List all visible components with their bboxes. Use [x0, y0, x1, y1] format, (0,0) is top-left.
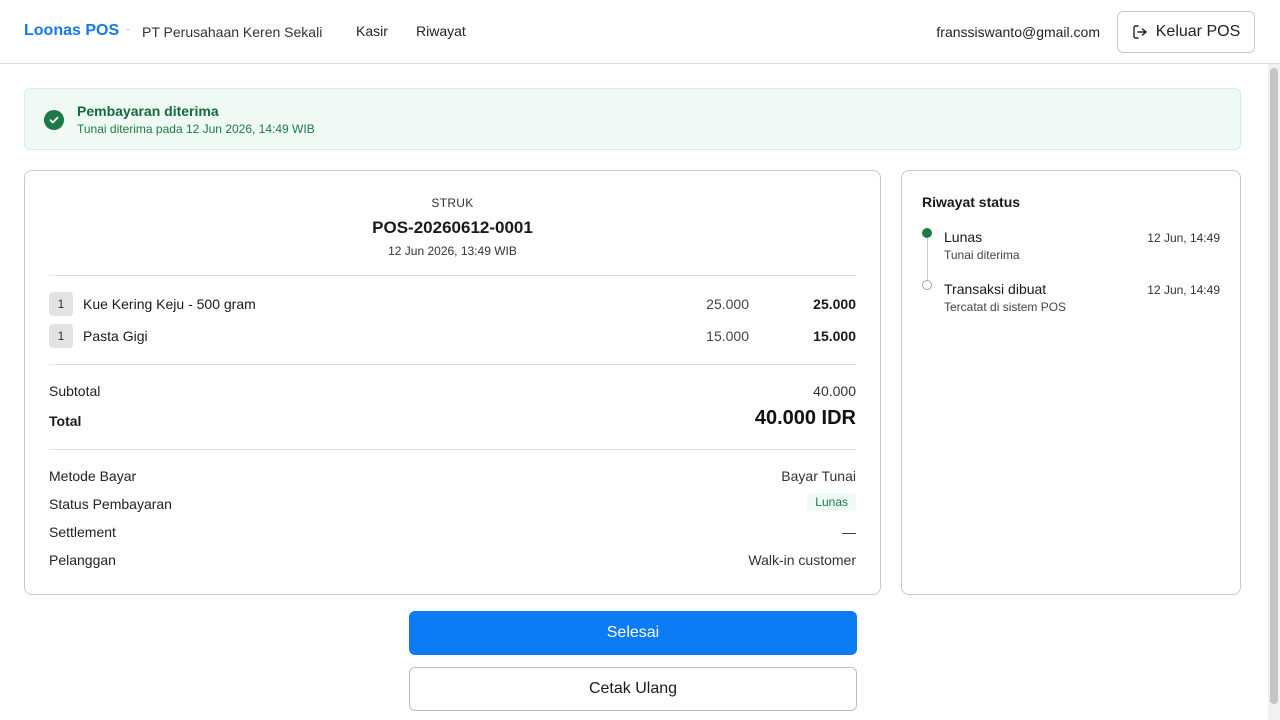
settlement-value: — — [842, 524, 856, 540]
status-history-title: Riwayat status — [922, 194, 1021, 210]
check-circle-icon — [44, 110, 64, 130]
company-name: PT Perusahaan Keren Sekali — [142, 24, 323, 40]
receipt-item-row: 1 Kue Kering Keju - 500 gram 25.000 25.0… — [49, 292, 856, 316]
brand-logo[interactable]: Loonas POS — [24, 22, 119, 40]
banner-subtitle: Tunai diterima pada 12 Jun 2026, 14:49 W… — [77, 122, 315, 136]
customer-value: Walk-in customer — [748, 552, 856, 568]
timeline-connector — [927, 237, 928, 281]
timeline-event-name: Transaksi dibuat — [944, 281, 1047, 297]
scrollbar-thumb[interactable] — [1270, 68, 1278, 704]
page-scrollbar[interactable] — [1268, 64, 1280, 720]
status-badge: Lunas — [807, 493, 856, 511]
timeline-event-desc: Tercatat di sistem POS — [944, 300, 1067, 314]
logout-icon — [1132, 24, 1148, 40]
settlement-label: Settlement — [49, 524, 116, 540]
payment-status-label: Status Pembayaran — [49, 496, 172, 512]
item-line-total: 15.000 — [813, 328, 856, 344]
total-label: Total — [49, 413, 82, 429]
top-bar: Loonas POS · PT Perusahaan Keren Sekali … — [0, 0, 1280, 64]
item-line-total: 25.000 — [813, 296, 856, 312]
divider — [49, 364, 856, 365]
payment-success-banner: Pembayaran diterima Tunai diterima pada … — [24, 88, 1241, 150]
timeline-dot-active — [922, 228, 932, 238]
item-unit-price: 25.000 — [706, 296, 749, 312]
banner-title: Pembayaran diterima — [77, 103, 219, 119]
nav-kasir[interactable]: Kasir — [356, 23, 388, 39]
item-qty-badge: 1 — [49, 324, 73, 348]
user-email: franssiswanto@gmail.com — [936, 24, 1100, 40]
subtotal-value: 40.000 — [813, 383, 856, 399]
divider — [49, 449, 856, 450]
item-unit-price: 15.000 — [706, 328, 749, 344]
subtotal-label: Subtotal — [49, 383, 101, 399]
item-qty-badge: 1 — [49, 292, 73, 316]
timeline-dot-inactive — [922, 280, 932, 290]
total-value: 40.000 IDR — [754, 407, 856, 429]
item-name: Pasta Gigi — [83, 328, 148, 344]
reprint-button[interactable]: Cetak Ulang — [409, 667, 857, 711]
payment-method-value: Bayar Tunai — [781, 468, 856, 484]
done-button[interactable]: Selesai — [409, 611, 857, 655]
receipt-card: STRUK POS-20260612-0001 12 Jun 2026, 13:… — [24, 170, 881, 595]
timeline-event-name: Lunas — [944, 229, 983, 245]
nav-riwayat[interactable]: Riwayat — [416, 23, 466, 39]
item-name: Kue Kering Keju - 500 gram — [83, 296, 256, 312]
customer-label: Pelanggan — [49, 552, 116, 568]
timeline-event-desc: Tunai diterima — [944, 248, 1020, 262]
receipt-date: 12 Jun 2026, 13:49 WIB — [388, 244, 517, 258]
receipt-number: POS-20260612-0001 — [372, 218, 533, 237]
timeline-event-time: 12 Jun, 14:49 — [1147, 283, 1220, 297]
logout-label: Keluar POS — [1155, 23, 1241, 40]
payment-method-label: Metode Bayar — [49, 468, 137, 484]
status-history-card: Riwayat status Lunas Tunai diterima 12 J… — [901, 170, 1241, 595]
timeline-event-time: 12 Jun, 14:49 — [1147, 231, 1220, 245]
divider — [49, 275, 856, 276]
receipt-label: STRUK — [431, 196, 474, 210]
logout-button[interactable]: Keluar POS — [1117, 11, 1255, 53]
brand-separator: · — [126, 22, 130, 36]
receipt-item-row: 1 Pasta Gigi 15.000 15.000 — [49, 324, 856, 348]
